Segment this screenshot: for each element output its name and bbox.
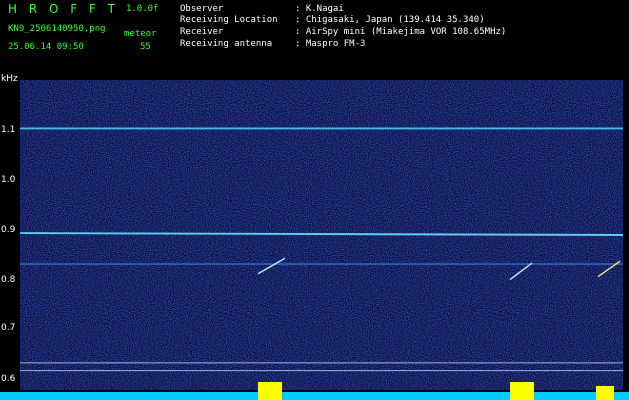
filename-label: KN9_2506140950.png xyxy=(8,24,106,34)
info-value-location: : Chigasaki, Japan (139.414 35.340) xyxy=(295,15,485,25)
info-value-observer: : K.Nagai xyxy=(295,4,344,14)
level-burst xyxy=(596,386,614,400)
level-burst xyxy=(258,382,282,400)
info-value-receiver: : AirSpy mini (Miakejima VOR 108.65MHz) xyxy=(295,27,507,37)
info-label-antenna: Receiving antenna xyxy=(180,39,273,49)
version-label: 1.0.0f xyxy=(126,4,159,14)
datetime-label: 25.06.14 09:50 xyxy=(8,42,84,52)
info-label-location: Receiving Location xyxy=(180,15,278,25)
level-baseline xyxy=(0,392,629,400)
spectrogram-plot xyxy=(20,80,623,390)
frequency-unit: kHz xyxy=(1,74,18,84)
level-burst xyxy=(510,382,534,400)
info-label-receiver: Receiver xyxy=(180,27,224,37)
info-label-observer: Observer xyxy=(180,4,224,14)
app-title: H R O F F T xyxy=(8,2,120,16)
y-tick-label: 0.8 xyxy=(1,275,16,285)
y-tick-label: 0.7 xyxy=(1,323,16,333)
y-tick-label: 1.1 xyxy=(1,125,16,135)
info-value-antenna: : Maspro FM-3 xyxy=(295,39,366,49)
y-tick-label: 1.0 xyxy=(1,175,16,185)
hrofft-window: H R O F F T 1.0.0f KN9_2506140950.png me… xyxy=(0,0,629,400)
signal-level-bar xyxy=(0,382,629,400)
y-tick-label: 0.9 xyxy=(1,225,16,235)
count-label: 55 xyxy=(140,42,151,52)
mode-label: meteor xyxy=(124,29,157,39)
